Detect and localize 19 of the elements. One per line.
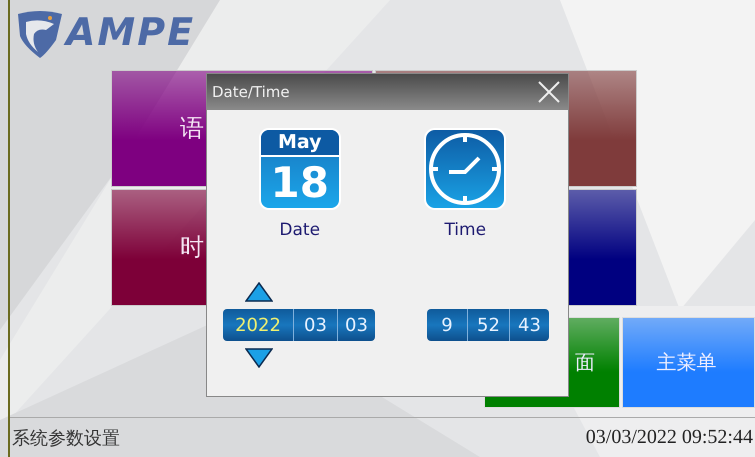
down-arrow-button[interactable] (245, 348, 273, 368)
menu-tile[interactable]: 主菜单 (622, 316, 755, 408)
time-label: Time (444, 220, 486, 240)
date-field[interactable]: 2022 (223, 309, 293, 341)
page-title: 系统参数设置 (12, 426, 120, 450)
clock-icon[interactable] (424, 128, 506, 210)
calendar-icon[interactable]: May 18 (258, 128, 341, 210)
date-field[interactable]: 03 (337, 309, 375, 341)
date-label: Date (279, 220, 320, 240)
up-arrow-button[interactable] (245, 282, 273, 302)
logo-text: AMPE (66, 10, 196, 54)
datetime-text: 03/03/2022 09:52:44 (586, 426, 754, 450)
dialog-title: Date/Time (212, 83, 290, 101)
time-field[interactable]: 43 (509, 309, 549, 341)
date-field[interactable]: 03 (293, 309, 337, 341)
time-field[interactable]: 9 (427, 309, 467, 341)
close-button[interactable] (536, 79, 562, 105)
time-field[interactable]: 52 (467, 309, 509, 341)
eagle-shield-icon (16, 10, 64, 60)
